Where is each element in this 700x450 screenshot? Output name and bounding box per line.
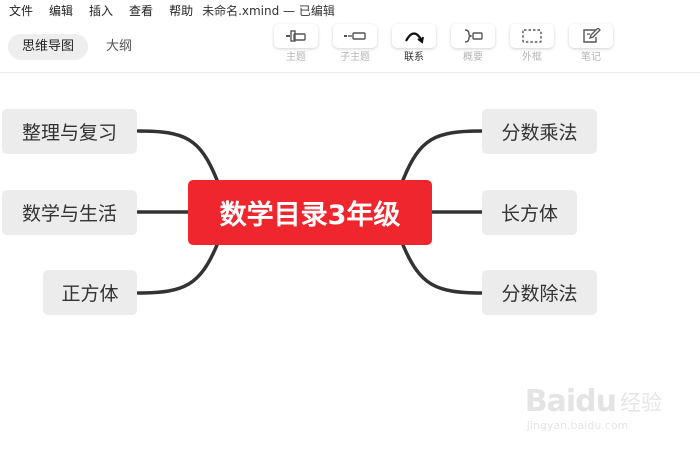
- toolbar: 思维导图 大纲 主题 子主题 联系 概要 外框 笔记: [0, 20, 700, 73]
- menu-file[interactable]: 文件: [0, 2, 40, 19]
- topic-left-2[interactable]: 数学与生活: [2, 190, 137, 235]
- note-tool-label: 笔记: [581, 52, 601, 63]
- topic-right-3[interactable]: 分数除法: [482, 270, 597, 315]
- document-title: 未命名.xmind — 已编辑: [202, 3, 335, 18]
- subtopic-tool[interactable]: 子主题: [332, 24, 378, 64]
- tab-outline[interactable]: 大纲: [92, 34, 146, 60]
- topic-tool[interactable]: 主题: [273, 24, 319, 64]
- watermark-sub: 经验: [620, 390, 662, 415]
- watermark-brand: Baidu: [524, 384, 617, 419]
- boundary-tool[interactable]: 外框: [509, 24, 555, 64]
- subtopic-tool-label: 子主题: [340, 52, 370, 63]
- watermark-url: jingyan.baidu.com: [526, 419, 629, 432]
- relationship-button[interactable]: [392, 24, 436, 48]
- watermark-logo: Baidu 经验: [525, 384, 662, 419]
- note-button[interactable]: [569, 24, 613, 48]
- topic-tool-label: 主题: [286, 52, 306, 63]
- boundary-tool-label: 外框: [522, 52, 542, 63]
- summary-tool[interactable]: 概要: [450, 24, 496, 64]
- menu-insert[interactable]: 插入: [80, 2, 120, 19]
- baidu-watermark: Baidu 经验 jingyan.baidu.com: [525, 384, 662, 432]
- menu-edit[interactable]: 编辑: [40, 2, 80, 19]
- menu-help[interactable]: 帮助: [160, 2, 200, 19]
- boundary-button[interactable]: [510, 24, 554, 48]
- connector-left-1: [136, 129, 219, 182]
- topic-right-2[interactable]: 长方体: [482, 190, 577, 235]
- boundary-icon: [522, 29, 542, 43]
- topic-left-3[interactable]: 正方体: [43, 270, 137, 315]
- tab-mindmap[interactable]: 思维导图: [8, 34, 89, 60]
- connector-left-3: [136, 243, 219, 295]
- summary-tool-label: 概要: [463, 52, 483, 63]
- relationship-tool[interactable]: 联系: [391, 24, 437, 64]
- relationship-icon: [405, 32, 424, 44]
- connector-right-3: [401, 243, 484, 295]
- subtopic-button[interactable]: [333, 24, 377, 48]
- topic-button[interactable]: [274, 24, 318, 48]
- menu-view[interactable]: 查看: [120, 2, 160, 19]
- note-icon: [583, 28, 601, 43]
- view-tabs: 思维导图 大纲: [8, 34, 150, 60]
- relationship-tool-label: 联系: [404, 52, 424, 63]
- central-topic[interactable]: 数学目录3年级: [188, 180, 432, 245]
- menu-bar: 文件 编辑 插入 查看 帮助 未命名.xmind — 已编辑: [0, 0, 700, 20]
- summary-icon: [464, 29, 483, 43]
- connector-right-1: [401, 129, 484, 182]
- topic-icon: [286, 30, 306, 42]
- topic-left-1[interactable]: 整理与复习: [2, 109, 137, 154]
- summary-button[interactable]: [451, 24, 495, 48]
- note-tool[interactable]: 笔记: [568, 24, 614, 64]
- subtopic-icon: [344, 32, 366, 40]
- topic-right-1[interactable]: 分数乘法: [482, 109, 597, 154]
